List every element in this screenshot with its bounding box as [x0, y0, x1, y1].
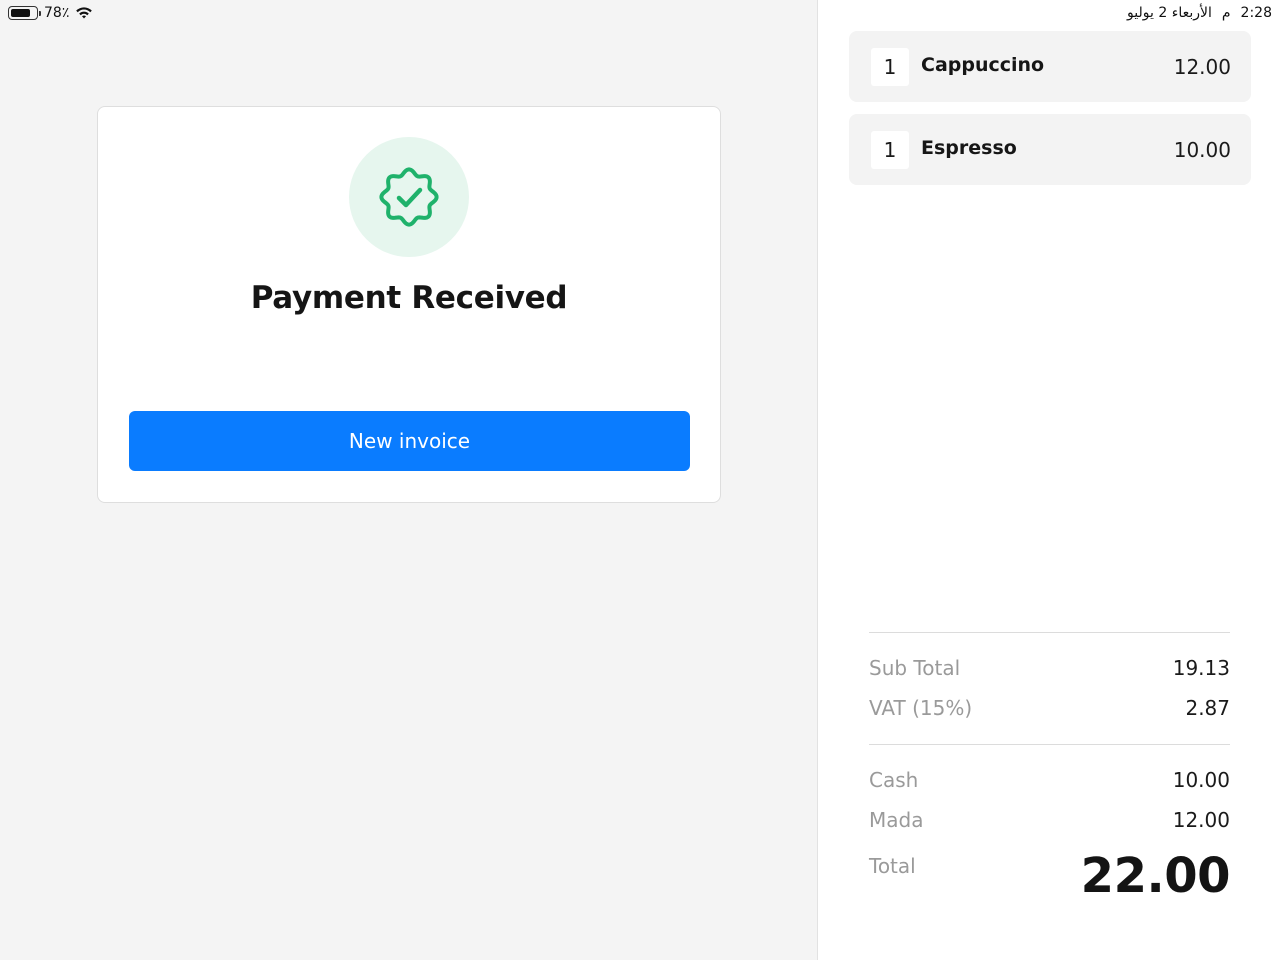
payment-method-label: Cash: [869, 768, 919, 792]
payment-status-title: Payment Received: [250, 280, 568, 316]
total-row: Total 22.00: [869, 848, 1231, 904]
success-badge: [349, 137, 469, 257]
status-ampm: م: [1221, 5, 1231, 21]
item-price: 12.00: [1173, 54, 1231, 79]
payment-row-cash: Cash 10.00: [869, 760, 1230, 800]
order-line-items: 1 Cappuccino 12.00 1 Espresso 10.00: [849, 31, 1251, 197]
battery-icon: [8, 6, 41, 20]
item-name: Cappuccino: [921, 53, 1045, 76]
vat-label: VAT (15%): [869, 696, 973, 720]
status-date: الأربعاء 2 يوليو: [1127, 5, 1212, 21]
payment-panel: 78٪ Payment Received New invoice: [0, 0, 817, 960]
total-label: Total: [869, 854, 916, 878]
order-line-item[interactable]: 1 Cappuccino 12.00: [849, 31, 1251, 102]
total-value: 22.00: [1080, 848, 1231, 904]
new-invoice-button[interactable]: New invoice: [129, 411, 690, 471]
payment-method-label: Mada: [869, 808, 924, 832]
status-bar-right: الأربعاء 2 يوليو م 2:28: [1127, 3, 1272, 23]
item-quantity: 1: [871, 130, 909, 169]
divider: [869, 744, 1230, 745]
order-line-item[interactable]: 1 Espresso 10.00: [849, 114, 1251, 185]
order-summary-panel: الأربعاء 2 يوليو م 2:28 1 Cappuccino 12.…: [817, 0, 1280, 960]
status-time: 2:28: [1240, 5, 1272, 21]
order-totals: Sub Total 19.13 VAT (15%) 2.87 Cash 10.0…: [869, 632, 1231, 904]
payment-success-card: Payment Received New invoice: [97, 106, 721, 503]
status-bar-left: 78٪: [8, 3, 93, 23]
check-badge-icon: [379, 167, 439, 227]
subtotal-label: Sub Total: [869, 656, 961, 680]
wifi-icon: [76, 7, 93, 19]
vat-value: 2.87: [1185, 696, 1230, 720]
divider: [869, 632, 1230, 633]
payment-amount: 10.00: [1172, 768, 1230, 792]
item-quantity: 1: [871, 47, 909, 86]
payment-amount: 12.00: [1172, 808, 1230, 832]
vat-row: VAT (15%) 2.87: [869, 688, 1230, 728]
battery-level: [11, 9, 30, 17]
battery-percent: 78٪: [44, 5, 70, 21]
pos-screen: 78٪ Payment Received New invoice الأربعا…: [0, 0, 1280, 960]
payment-row-mada: Mada 12.00: [869, 800, 1230, 840]
subtotal-value: 19.13: [1172, 656, 1230, 680]
item-name: Espresso: [921, 136, 1017, 159]
item-price: 10.00: [1173, 137, 1231, 162]
subtotal-row: Sub Total 19.13: [869, 648, 1230, 688]
